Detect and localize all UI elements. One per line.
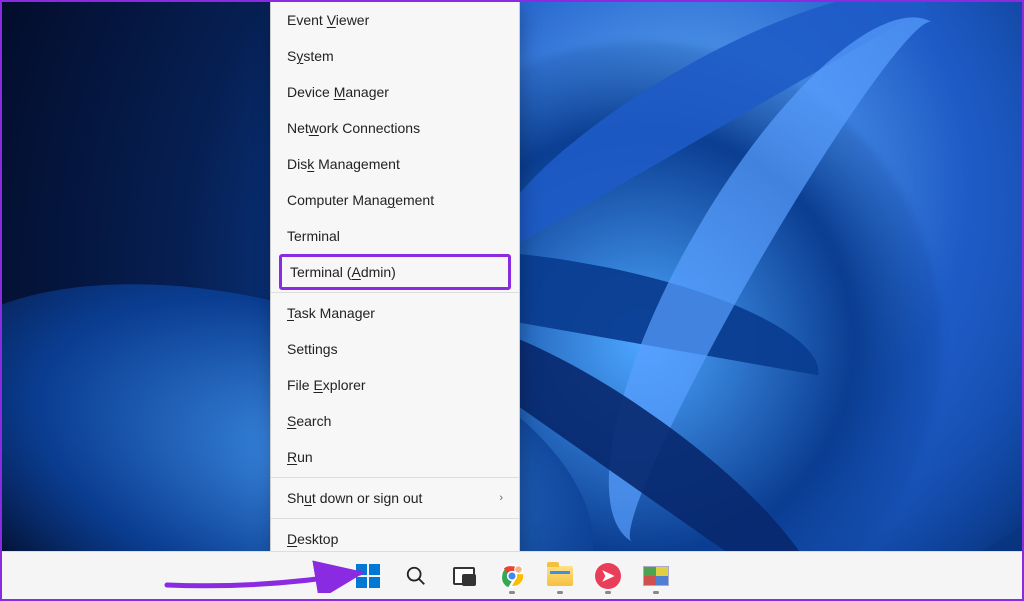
menu-separator bbox=[271, 292, 519, 293]
menu-item-disk-management[interactable]: Disk Management bbox=[271, 146, 519, 182]
chrome-glyph bbox=[499, 563, 525, 589]
menu-item-label: Terminal bbox=[287, 228, 340, 244]
windows-logo-icon bbox=[356, 564, 380, 588]
share-glyph: ➤ bbox=[595, 563, 621, 589]
desktop-wallpaper: Event Viewer System Device Manager Network … bbox=[2, 2, 1022, 551]
menu-item-system[interactable]: System bbox=[271, 38, 519, 74]
taskbar: ➤ bbox=[2, 551, 1022, 599]
menu-item-label: Event Viewer bbox=[287, 12, 369, 28]
menu-item-settings[interactable]: Settings bbox=[271, 331, 519, 367]
running-indicator bbox=[653, 591, 659, 594]
menu-item-terminal[interactable]: Terminal bbox=[271, 218, 519, 254]
menu-item-task-manager[interactable]: Task Manager bbox=[271, 295, 519, 331]
task-view-icon[interactable] bbox=[444, 556, 484, 596]
file-explorer-icon[interactable] bbox=[540, 556, 580, 596]
share-app-icon[interactable]: ➤ bbox=[588, 556, 628, 596]
menu-item-label: Disk Management bbox=[287, 156, 400, 172]
menu-item-label: Shut down or sign out bbox=[287, 490, 422, 506]
menu-item-device-manager[interactable]: Device Manager bbox=[271, 74, 519, 110]
chrome-icon[interactable] bbox=[492, 556, 532, 596]
menu-item-label: Network Connections bbox=[287, 120, 420, 136]
running-indicator bbox=[509, 591, 515, 594]
menu-item-label: Computer Management bbox=[287, 192, 434, 208]
menu-item-network-connections[interactable]: Network Connections bbox=[271, 110, 519, 146]
folder-glyph bbox=[547, 566, 573, 586]
running-indicator bbox=[557, 591, 563, 594]
search-icon[interactable] bbox=[396, 556, 436, 596]
menu-item-file-explorer[interactable]: File Explorer bbox=[271, 367, 519, 403]
menu-item-label: File Explorer bbox=[287, 377, 366, 393]
menu-item-event-viewer[interactable]: Event Viewer bbox=[271, 2, 519, 38]
menu-separator bbox=[271, 518, 519, 519]
start-button[interactable] bbox=[348, 556, 388, 596]
menu-item-computer-management[interactable]: Computer Management bbox=[271, 182, 519, 218]
menu-item-label: Terminal (Admin) bbox=[290, 264, 396, 280]
menu-item-search[interactable]: Search bbox=[271, 403, 519, 439]
menu-item-desktop[interactable]: Desktop bbox=[271, 521, 519, 551]
chevron-right-icon: › bbox=[499, 492, 503, 504]
menu-item-label: Run bbox=[287, 449, 313, 465]
running-indicator bbox=[605, 591, 611, 594]
menu-separator bbox=[271, 477, 519, 478]
menu-item-label: Desktop bbox=[287, 531, 338, 547]
magnifier-icon bbox=[405, 565, 427, 587]
menu-item-terminal-admin[interactable]: Terminal (Admin) bbox=[279, 254, 511, 290]
menu-item-label: Task Manager bbox=[287, 305, 375, 321]
task-view-glyph bbox=[453, 567, 475, 585]
control-panel-glyph bbox=[643, 566, 669, 586]
winx-context-menu: Event Viewer System Device Manager Network … bbox=[270, 2, 520, 551]
menu-item-label: Search bbox=[287, 413, 331, 429]
control-panel-icon[interactable] bbox=[636, 556, 676, 596]
menu-item-label: System bbox=[287, 48, 334, 64]
menu-item-label: Device Manager bbox=[287, 84, 389, 100]
menu-item-run[interactable]: Run bbox=[271, 439, 519, 475]
menu-item-label: Settings bbox=[287, 341, 338, 357]
menu-item-shutdown[interactable]: Shut down or sign out › bbox=[271, 480, 519, 516]
